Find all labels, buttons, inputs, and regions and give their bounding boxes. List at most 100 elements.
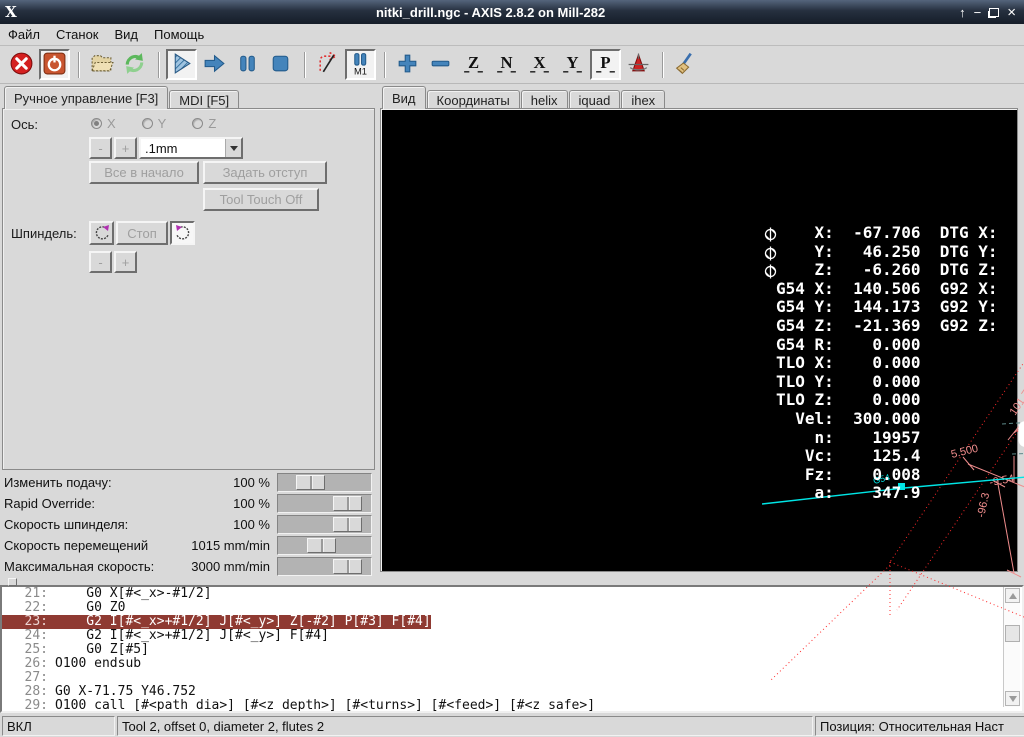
jog-speed-slider[interactable] bbox=[277, 536, 372, 555]
radio-dot-icon bbox=[91, 118, 102, 129]
minimize-button[interactable]: − bbox=[974, 5, 982, 20]
spindle-ccw-button[interactable] bbox=[89, 221, 114, 245]
jog-increment-select[interactable]: .1mm bbox=[139, 137, 243, 159]
max-velocity-slider[interactable] bbox=[277, 557, 372, 576]
touch-off-button[interactable]: Задать отступ bbox=[203, 161, 327, 184]
tab-helix[interactable]: helix bbox=[520, 90, 568, 109]
pause-program-button[interactable] bbox=[232, 49, 263, 80]
preview-plot[interactable]: X: -67.706 DTG X: -8.117 Y: 46.250 DTG Y… bbox=[762, 218, 1024, 680]
view-x-button[interactable]: X bbox=[524, 49, 555, 80]
left-notebook-tabs: Ручное управление [F3] MDI [F5] bbox=[4, 85, 240, 109]
gcode-line[interactable]: 29: O100 call [#<path_dia>] [#<z_depth>] … bbox=[2, 699, 1022, 712]
axis-radio-y[interactable]: Y bbox=[141, 116, 166, 131]
run-program-button[interactable] bbox=[166, 49, 197, 80]
toolbar-separator bbox=[384, 51, 386, 78]
tab-manual[interactable]: Ручное управление [F3] bbox=[4, 86, 169, 109]
estop-button[interactable] bbox=[6, 49, 37, 80]
spindle-plus-button[interactable]: + bbox=[114, 251, 137, 273]
optional-pause-icon: M1 bbox=[348, 51, 373, 79]
rotate-view-button[interactable] bbox=[623, 49, 654, 80]
reload-file-button[interactable] bbox=[119, 49, 150, 80]
tool-touch-off-button[interactable]: Tool Touch Off bbox=[203, 188, 319, 211]
rapid-override-slider[interactable] bbox=[277, 494, 372, 513]
override-label: Скорость шпинделя: bbox=[4, 517, 129, 532]
slider-handle[interactable] bbox=[333, 496, 362, 511]
tool-info: Tool 2, offset 0, diameter 2, flutes 2 bbox=[117, 716, 813, 736]
override-row-jog-speed: Скорость перемещений 1015 mm/min bbox=[4, 536, 374, 556]
axis-homed-icon bbox=[764, 227, 777, 245]
spindle-stop-button[interactable]: Стоп bbox=[116, 221, 168, 245]
toggle-skip-lines-button[interactable] bbox=[312, 49, 343, 80]
tab-dro[interactable]: Координаты bbox=[426, 90, 520, 109]
tab-mdi[interactable]: MDI [F5] bbox=[169, 90, 240, 109]
jog-minus-button[interactable]: - bbox=[89, 137, 112, 159]
gcode-line-text: O100 endsub bbox=[55, 656, 142, 671]
menu-item-help[interactable]: Помощь bbox=[146, 25, 212, 44]
view-y-button[interactable]: Y bbox=[557, 49, 588, 80]
radio-dot-icon bbox=[192, 118, 204, 129]
zoom-in-button[interactable] bbox=[392, 49, 423, 80]
status-bar: ВКЛ Tool 2, offset 0, diameter 2, flutes… bbox=[0, 715, 1024, 737]
slider-handle[interactable] bbox=[296, 475, 325, 490]
window-title: nitki_drill.ngc - AXIS 2.8.2 on Mill-282 bbox=[375, 4, 606, 20]
override-row-max-velocity: Максимальная скорость: 3000 mm/min bbox=[4, 557, 374, 577]
home-all-button[interactable]: Все в начало bbox=[89, 161, 199, 184]
spindle-override-slider[interactable] bbox=[277, 515, 372, 534]
position-mode-info: Позиция: Относительная Наст bbox=[815, 716, 1024, 736]
view-z-button[interactable]: Z bbox=[458, 49, 489, 80]
menu-item-view[interactable]: Вид bbox=[107, 25, 147, 44]
view-letter-icon: Y bbox=[560, 51, 585, 79]
jog-plus-button[interactable]: + bbox=[114, 137, 137, 159]
run-icon bbox=[169, 51, 194, 79]
slider-handle[interactable] bbox=[333, 517, 362, 532]
tab-ihex[interactable]: ihex bbox=[621, 90, 666, 109]
slider-handle[interactable] bbox=[307, 538, 336, 553]
view-p-button[interactable]: P bbox=[590, 49, 621, 80]
axis-radio-x[interactable]: X bbox=[91, 116, 116, 131]
shade-button[interactable]: ↑ bbox=[959, 5, 966, 20]
machine-state-badge: ВКЛ bbox=[2, 716, 115, 736]
menu-item-file[interactable]: Файл bbox=[0, 25, 48, 44]
stop-program-button[interactable] bbox=[265, 49, 296, 80]
override-value: 100 % bbox=[233, 475, 270, 490]
svg-text:X: X bbox=[533, 53, 545, 72]
app-logo-icon: X bbox=[5, 3, 17, 21]
override-label: Изменить подачу: bbox=[4, 475, 112, 490]
scroll-down-icon[interactable] bbox=[1005, 691, 1020, 706]
tab-iquad[interactable]: iquad bbox=[568, 90, 621, 109]
tab-preview[interactable]: Вид bbox=[382, 86, 426, 109]
view-z2-button[interactable]: N bbox=[491, 49, 522, 80]
clear-plot-button[interactable] bbox=[670, 49, 701, 80]
jog-increment-value: .1mm bbox=[145, 140, 178, 156]
zoom-out-button[interactable] bbox=[425, 49, 456, 80]
slider-handle[interactable] bbox=[333, 559, 362, 574]
run-from-line-icon bbox=[202, 51, 227, 79]
spindle-cw-button[interactable] bbox=[170, 221, 195, 245]
open-file-button[interactable] bbox=[86, 49, 117, 80]
run-from-line-button[interactable] bbox=[199, 49, 230, 80]
axis-radio-z[interactable]: Z bbox=[192, 116, 216, 131]
svg-text:M1: M1 bbox=[354, 66, 367, 76]
toggle-optional-pause-button[interactable]: M1 bbox=[345, 49, 376, 80]
reload-icon bbox=[122, 51, 147, 79]
pause-icon bbox=[235, 51, 260, 79]
maximize-button[interactable] bbox=[989, 7, 1000, 17]
spindle-cw-icon bbox=[174, 223, 192, 244]
right-notebook-tabs: Вид Координаты helix iquad ihex bbox=[382, 85, 666, 109]
zoom-out-icon bbox=[428, 51, 453, 79]
spindle-label: Шпиндель: bbox=[11, 226, 77, 241]
spindle-minus-button[interactable]: - bbox=[89, 251, 112, 273]
gcode-line-number: 23: bbox=[24, 614, 48, 629]
machine-power-button[interactable] bbox=[39, 49, 70, 80]
gcode-line[interactable]: 28: G0 X-71.75 Y46.752 bbox=[2, 685, 1022, 699]
view-letter-icon: P bbox=[593, 51, 618, 79]
pane-sash-grip[interactable] bbox=[8, 578, 17, 586]
gcode-line-number: 21: bbox=[24, 586, 48, 601]
override-value: 1015 mm/min bbox=[191, 538, 270, 553]
close-button[interactable]: × bbox=[1007, 4, 1016, 21]
feed-override-slider[interactable] bbox=[277, 473, 372, 492]
stop-icon bbox=[268, 51, 293, 79]
gcode-line-number: 28: bbox=[24, 684, 48, 699]
menu-item-machine[interactable]: Станок bbox=[48, 25, 107, 44]
axis-homed-icon bbox=[764, 264, 777, 282]
